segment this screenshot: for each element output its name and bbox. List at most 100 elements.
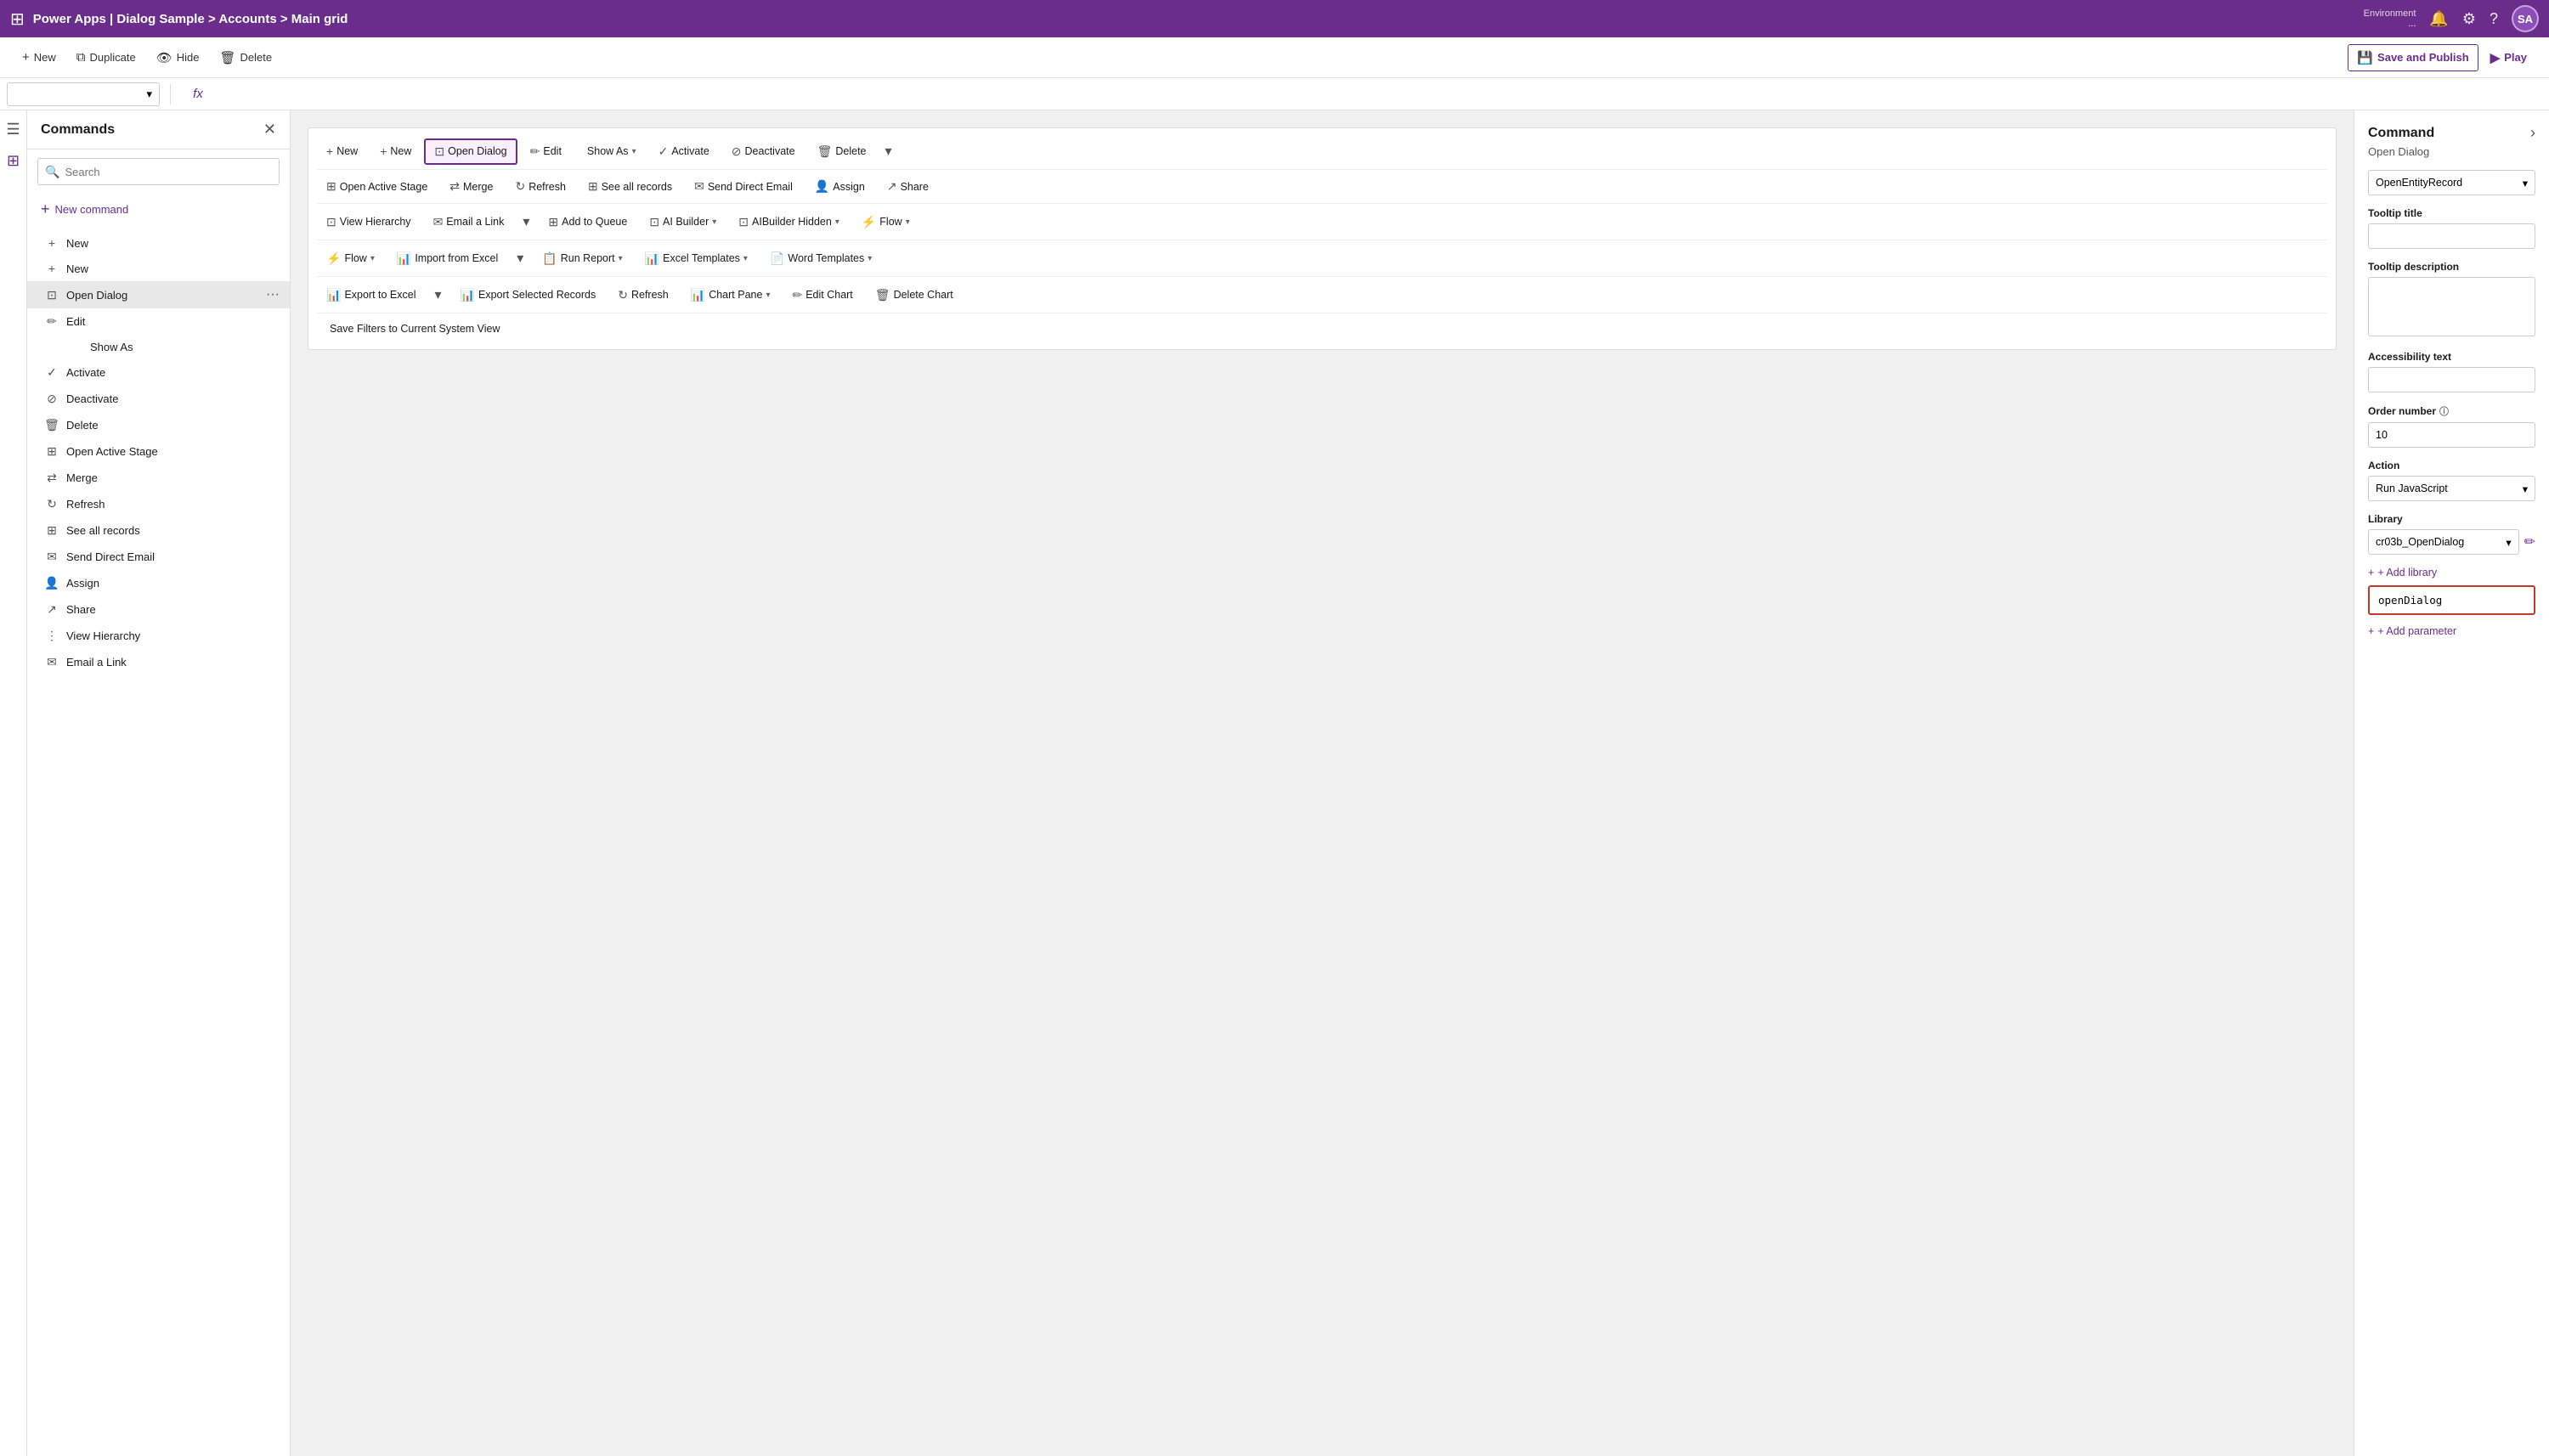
ribbon-btn-send-direct-email[interactable]: ✉Send Direct Email bbox=[685, 174, 802, 199]
add-library-button[interactable]: + + Add library bbox=[2368, 567, 2535, 578]
tooltip-title-input[interactable] bbox=[2368, 223, 2535, 249]
sidebar-pages-icon[interactable]: ⊞ bbox=[7, 152, 20, 170]
cmd-label-deactivate: Deactivate bbox=[66, 392, 280, 405]
save-publish-button[interactable]: 💾 Save and Publish bbox=[2348, 44, 2478, 71]
ribbon-btn-flow[interactable]: ⚡Flow▾ bbox=[852, 210, 919, 234]
ribbon-more-button[interactable]: ▾ bbox=[429, 281, 448, 308]
ribbon-btn-email-a-link[interactable]: ✉Email a Link bbox=[424, 210, 514, 234]
library-dropdown[interactable]: cr03b_OpenDialog ▾ bbox=[2368, 529, 2519, 555]
ribbon-btn-new[interactable]: +New bbox=[317, 139, 367, 163]
cmd-icon-deactivate: ⊘ bbox=[44, 392, 59, 406]
command-item-share[interactable]: ↗ Share bbox=[27, 596, 290, 623]
command-item-seeallrecords[interactable]: ⊞ See all records bbox=[27, 517, 290, 544]
cmd-icon-share: ↗ bbox=[44, 602, 59, 617]
ribbon-btn-show-as[interactable]: Show As▾ bbox=[574, 140, 646, 162]
add-command-button[interactable]: + New command bbox=[37, 197, 280, 222]
command-item-delete[interactable]: 🗑 Delete bbox=[27, 412, 290, 438]
top-nav: ⊞ Power Apps | Dialog Sample > Accounts … bbox=[0, 0, 2549, 37]
ribbon-more-button[interactable]: ▾ bbox=[517, 208, 535, 235]
ribbon-btn-flow[interactable]: ⚡Flow▾ bbox=[317, 246, 384, 271]
ribbon-btn-activate[interactable]: ✓Activate bbox=[649, 139, 719, 164]
ribbon-btn-open-active-stage[interactable]: ⊞Open Active Stage bbox=[317, 174, 437, 199]
delete-button[interactable]: 🗑 Delete bbox=[212, 45, 281, 71]
order-number-input[interactable] bbox=[2368, 422, 2535, 448]
edit-library-icon[interactable]: ✏ bbox=[2524, 533, 2535, 550]
duplicate-button[interactable]: ⧉ Duplicate bbox=[68, 45, 144, 70]
command-item-new1[interactable]: + New bbox=[27, 230, 290, 256]
notification-icon[interactable]: 🔔 bbox=[2429, 10, 2448, 28]
sidebar-toggle: ☰ ⊞ bbox=[0, 110, 27, 1456]
command-item-assign[interactable]: 👤 Assign bbox=[27, 570, 290, 596]
play-button[interactable]: ▶ Play bbox=[2482, 45, 2535, 71]
ribbon-btn-export-to-excel[interactable]: 📊Export to Excel bbox=[317, 283, 426, 308]
command-item-refresh[interactable]: ↻ Refresh bbox=[27, 491, 290, 517]
ribbon-btn-open-dialog[interactable]: ⊡Open Dialog bbox=[424, 138, 517, 165]
panel-close-button[interactable]: ✕ bbox=[263, 121, 276, 138]
plus-icon: + bbox=[2368, 567, 2374, 578]
more-icon[interactable]: ··· bbox=[266, 287, 280, 302]
ribbon-btn-delete-chart[interactable]: 🗑Delete Chart bbox=[866, 283, 963, 308]
hide-button[interactable]: 👁 Hide bbox=[148, 45, 208, 71]
ribbon-btn-edit[interactable]: ✏Edit bbox=[521, 139, 571, 164]
ribbon-btn-excel-templates[interactable]: 📊Excel Templates▾ bbox=[636, 246, 757, 271]
formula-dropdown[interactable]: ▾ bbox=[7, 82, 160, 106]
save-icon: 💾 bbox=[2357, 50, 2373, 65]
hide-icon: 👁 bbox=[156, 50, 172, 65]
command-item-opendialog[interactable]: ⊡ Open Dialog ··· bbox=[27, 281, 290, 308]
code-box[interactable]: openDialog bbox=[2368, 585, 2535, 615]
ribbon-btn-import-from-excel[interactable]: 📊Import from Excel bbox=[387, 246, 507, 271]
tooltip-description-input[interactable] bbox=[2368, 277, 2535, 336]
cmd-icon-emailalink: ✉ bbox=[44, 655, 59, 669]
ribbon-more-button[interactable]: ▾ bbox=[511, 245, 529, 272]
chevron-icon: ▾ bbox=[370, 254, 375, 263]
ribbon-btn-new[interactable]: +New bbox=[370, 139, 421, 163]
ribbon-icon: + bbox=[380, 144, 387, 158]
command-item-viewhierarchy[interactable]: ⋮ View Hierarchy bbox=[27, 623, 290, 649]
command-item-openactivestage[interactable]: ⊞ Open Active Stage bbox=[27, 438, 290, 465]
command-item-senddirectemail[interactable]: ✉ Send Direct Email bbox=[27, 544, 290, 570]
cmd-icon-refresh: ↻ bbox=[44, 497, 59, 511]
ribbon-btn-word-templates[interactable]: 📄Word Templates▾ bbox=[760, 246, 881, 271]
ribbon-btn-export-selected-records[interactable]: 📊Export Selected Records bbox=[451, 283, 606, 308]
user-avatar[interactable]: SA bbox=[2512, 5, 2539, 32]
ribbon-btn-refresh[interactable]: ↻Refresh bbox=[608, 283, 678, 308]
formula-input[interactable] bbox=[222, 82, 2542, 106]
expand-icon[interactable]: › bbox=[2530, 124, 2535, 142]
command-item-emailalink[interactable]: ✉ Email a Link bbox=[27, 649, 290, 675]
commands-list: + New + New ⊡ Open Dialog ··· ✏ Edit Sho… bbox=[27, 230, 290, 1456]
ribbon-btn-assign[interactable]: 👤Assign bbox=[805, 174, 874, 199]
ribbon-btn-view-hierarchy[interactable]: ⊡View Hierarchy bbox=[317, 210, 421, 234]
action-dropdown-1[interactable]: OpenEntityRecord ▾ bbox=[2368, 170, 2535, 195]
ribbon-btn-edit-chart[interactable]: ✏Edit Chart bbox=[783, 283, 862, 308]
ribbon-btn-aibuilder-hidden[interactable]: ⊡AIBuilder Hidden▾ bbox=[729, 210, 849, 234]
ribbon-btn-ai-builder[interactable]: ⊡AI Builder▾ bbox=[640, 210, 726, 234]
ribbon-btn-run-report[interactable]: 📋Run Report▾ bbox=[533, 246, 631, 271]
ribbon-btn-share[interactable]: ↗Share bbox=[878, 174, 938, 199]
sidebar-collapse-icon[interactable]: ☰ bbox=[6, 121, 20, 138]
settings-icon[interactable]: ⚙ bbox=[2462, 10, 2476, 28]
ribbon-btn-refresh[interactable]: ↻Refresh bbox=[506, 174, 575, 199]
new-button[interactable]: + New bbox=[14, 45, 65, 70]
command-item-showas[interactable]: Show As bbox=[27, 335, 290, 359]
accessibility-text-input[interactable] bbox=[2368, 367, 2535, 392]
search-input[interactable] bbox=[65, 166, 272, 178]
ribbon-btn-deactivate[interactable]: ⊘Deactivate bbox=[722, 139, 805, 164]
add-parameter-button[interactable]: + + Add parameter bbox=[2368, 625, 2535, 637]
tooltip-title-field: Tooltip title bbox=[2368, 207, 2535, 249]
action-dropdown-2[interactable]: Run JavaScript ▾ bbox=[2368, 476, 2535, 501]
ribbon-btn-see-all-records[interactable]: ⊞See all records bbox=[579, 174, 681, 199]
ribbon-btn-chart-pane[interactable]: 📊Chart Pane▾ bbox=[681, 283, 780, 308]
ribbon-more-button[interactable]: ▾ bbox=[879, 138, 898, 165]
command-item-activate[interactable]: ✓ Activate bbox=[27, 359, 290, 386]
search-box[interactable]: 🔍 bbox=[37, 158, 280, 185]
command-item-merge[interactable]: ⇄ Merge bbox=[27, 465, 290, 491]
command-item-deactivate[interactable]: ⊘ Deactivate bbox=[27, 386, 290, 412]
ribbon-btn-save-filters-to-current-system-view[interactable]: Save Filters to Current System View bbox=[317, 318, 510, 340]
grid-icon[interactable]: ⊞ bbox=[10, 8, 25, 30]
ribbon-btn-add-to-queue[interactable]: ⊞Add to Queue bbox=[539, 210, 636, 234]
ribbon-btn-merge[interactable]: ⇄Merge bbox=[440, 174, 502, 199]
command-item-edit[interactable]: ✏ Edit bbox=[27, 308, 290, 335]
ribbon-btn-delete[interactable]: 🗑Delete bbox=[808, 139, 876, 164]
command-item-new2[interactable]: + New bbox=[27, 256, 290, 281]
help-icon[interactable]: ? bbox=[2490, 10, 2498, 28]
